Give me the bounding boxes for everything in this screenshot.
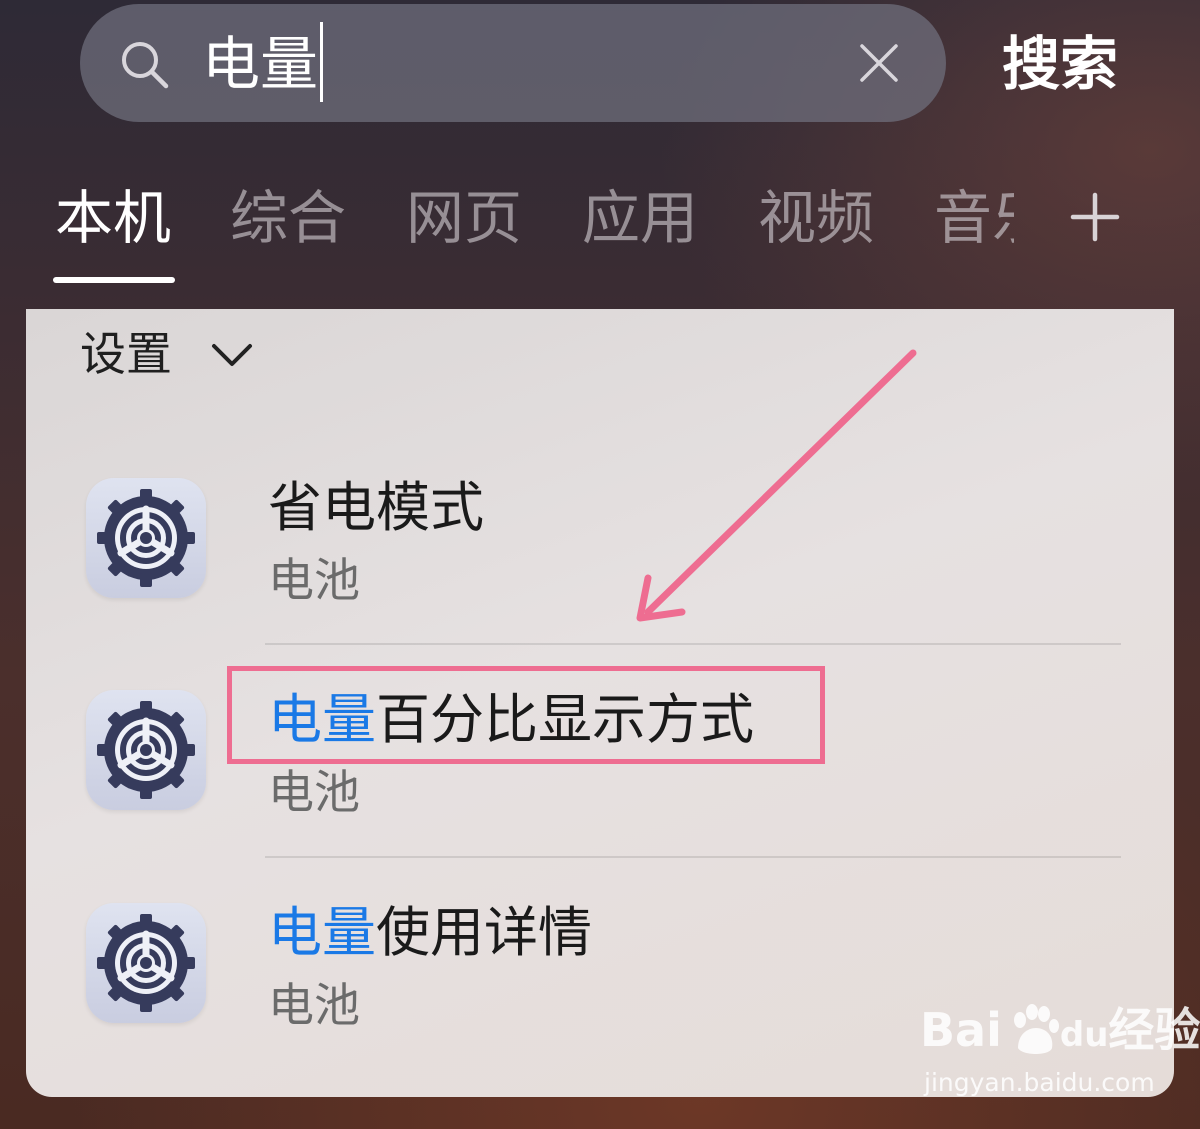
paw-logo-icon bbox=[1014, 1004, 1059, 1054]
search-input[interactable]: 电量 bbox=[202, 24, 318, 104]
result-title-text: 省电模式 bbox=[268, 476, 484, 539]
result-subtitle: 电池 bbox=[268, 553, 360, 607]
watermark: Bai du经验 jingyan.baidu.com bbox=[920, 1000, 1200, 1110]
close-icon[interactable] bbox=[856, 40, 902, 86]
result-title-highlight: 电量 bbox=[268, 901, 376, 964]
annotation-highlight-box bbox=[227, 666, 825, 764]
search-icon bbox=[122, 42, 169, 89]
tab-music[interactable]: 音乐 bbox=[934, 180, 1014, 256]
result-title[interactable]: 省电模式 bbox=[268, 470, 484, 546]
result-title[interactable]: 电量使用详情 bbox=[268, 895, 592, 971]
tab-web[interactable]: 网页 bbox=[406, 180, 522, 256]
tab-general[interactable]: 综合 bbox=[230, 180, 346, 256]
divider bbox=[265, 643, 1121, 645]
settings-gear-icon bbox=[86, 903, 206, 1023]
settings-gear-icon bbox=[86, 478, 206, 598]
watermark-url: jingyan.baidu.com bbox=[924, 1068, 1155, 1097]
result-title-text: 使用详情 bbox=[376, 901, 592, 964]
result-subtitle: 电池 bbox=[268, 978, 360, 1032]
search-button[interactable]: 搜索 bbox=[990, 24, 1130, 104]
plus-icon[interactable] bbox=[1068, 190, 1122, 244]
result-subtitle: 电池 bbox=[268, 765, 360, 819]
text-caret bbox=[320, 22, 323, 102]
settings-gear-icon bbox=[86, 690, 206, 810]
tab-apps[interactable]: 应用 bbox=[582, 180, 698, 256]
tab-local[interactable]: 本机 bbox=[55, 180, 171, 256]
section-title-settings[interactable]: 设置 bbox=[80, 322, 172, 386]
chevron-down-icon[interactable] bbox=[208, 336, 256, 376]
divider bbox=[265, 856, 1121, 858]
active-tab-indicator bbox=[53, 277, 175, 283]
tab-video[interactable]: 视频 bbox=[758, 180, 874, 256]
